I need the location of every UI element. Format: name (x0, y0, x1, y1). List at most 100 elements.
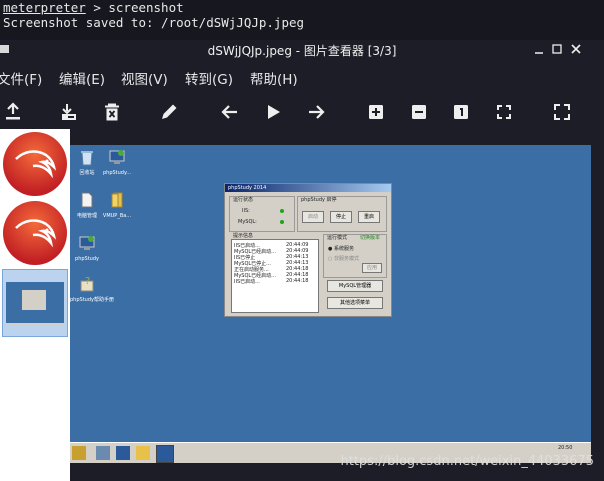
desktop-icon-computer-manager: 电脑管理 (70, 191, 104, 219)
edit-button[interactable] (158, 101, 180, 123)
forward-icon (309, 105, 325, 119)
log-message: IIS已启动... (234, 279, 260, 285)
start-button[interactable]: 启动 (302, 211, 324, 223)
minimize-button[interactable] (532, 42, 546, 56)
zoom-in-button[interactable] (365, 101, 387, 123)
thumbnail-2[interactable] (2, 200, 68, 266)
menu-view[interactable]: 视图(V) (121, 68, 168, 88)
desktop-icon-phpstudy-2: phpStudy (70, 234, 104, 262)
control-group: phpStudy 启停 启动 停止 重启 (297, 196, 387, 232)
delete-button[interactable] (101, 101, 123, 123)
delete-icon (105, 103, 119, 121)
mysql-label: MySQL: (238, 219, 257, 225)
menu-help[interactable]: 帮助(H) (250, 68, 298, 88)
log-time: 20:44:18 (286, 278, 309, 284)
menu-file[interactable]: 文件(F) (0, 68, 42, 88)
window-title: dSWjJQJp.jpeg - 图片查看器 [3/3] (207, 44, 397, 58)
mode-switch-link[interactable]: 切换版本 (360, 234, 380, 241)
taskbar-app-icon (136, 446, 150, 460)
title-bar[interactable]: dSWjJQJp.jpeg - 图片查看器 [3/3] (0, 40, 604, 60)
thumbnail-3-selected[interactable] (2, 269, 68, 337)
desktop-icon-label: phpStudy帮助手册 (70, 297, 114, 303)
mode-option-label: 非服务模式 (333, 256, 359, 262)
taskbar-app-icon (156, 445, 174, 463)
iis-label: IIS: (242, 208, 250, 214)
help-file-icon: ? (80, 276, 94, 292)
save-icon (6, 102, 20, 120)
terminal-output: meterpreter > screenshot Screenshot save… (0, 0, 604, 40)
terminal-prompt: meterpreter (3, 0, 86, 15)
displayed-screenshot: 回收站 phpStudy... 电脑管理 VMUP_Ba... phpStudy… (70, 145, 591, 463)
menu-bar: 文件(F) 编辑(E) 视图(V) 转到(G) 帮助(H) (0, 64, 604, 90)
save-button[interactable] (2, 101, 24, 123)
apply-button[interactable]: 应用 (362, 263, 382, 273)
mode-option-nonservice[interactable]: ○ 非服务模式 (328, 255, 359, 262)
desktop-icon-folder: VMUP_Ba... (100, 191, 134, 219)
run-status-group: 运行状态 IIS: MySQL: (229, 196, 295, 232)
kali-logo-icon (3, 132, 67, 196)
stop-button[interactable]: 停止 (330, 211, 352, 223)
document-icon (81, 192, 93, 208)
folder-icon (111, 192, 123, 208)
back-icon (221, 105, 237, 119)
close-icon (571, 44, 581, 54)
actual-size-button[interactable] (450, 101, 472, 123)
run-status-label: 运行状态 (233, 197, 254, 203)
fullscreen-icon (554, 104, 570, 120)
thumbnail-1[interactable] (2, 131, 68, 197)
phpstudy-dialog: phpStudy 2014 运行状态 IIS: MySQL: phpStudy … (224, 183, 392, 317)
terminal-command: > screenshot (85, 0, 184, 15)
taskbar-clock: 20:50 (558, 445, 573, 451)
other-options-button[interactable]: 其他选项菜单 (327, 297, 383, 309)
desktop-icon-phpstudy: phpStudy... (100, 148, 134, 176)
play-icon (268, 105, 280, 119)
zoom-out-button[interactable] (408, 101, 430, 123)
maximize-button[interactable] (550, 42, 564, 56)
watermark-text: https://blog.csdn.net/weixin_44033675 (340, 454, 594, 469)
menu-edit[interactable]: 编辑(E) (59, 68, 105, 88)
mode-group: 运行模式 切换版本 ● 系统服务 ○ 非服务模式 应用 (323, 234, 387, 278)
set-wallpaper-button[interactable] (58, 101, 80, 123)
minimize-icon (535, 52, 543, 54)
forward-button[interactable] (305, 101, 327, 123)
monitor-icon (109, 150, 125, 164)
mode-option-label: 系统服务 (333, 246, 354, 252)
desktop-icon-label: VMUP_Ba... (102, 213, 132, 219)
log-label: 提示信息 (233, 233, 254, 239)
mysql-manager-button[interactable]: MySQL管理器 (327, 280, 383, 292)
recycle-bin-icon (81, 151, 93, 166)
desktop-icon-label: 回收站 (79, 170, 95, 176)
maximize-icon (552, 44, 562, 54)
thumbnail-strip (0, 129, 70, 481)
desktop-icon-help: ? phpStudy帮助手册 (70, 275, 114, 303)
start-button-remote (72, 446, 86, 460)
zoom-in-icon (369, 105, 383, 119)
log-area[interactable]: IIS已启动... 20:44:09 MySQL已经启动... 20:44:09 IIS… (231, 239, 319, 313)
back-button[interactable] (219, 101, 241, 123)
desktop-icon-label: 电脑管理 (76, 213, 97, 219)
svg-text:?: ? (85, 276, 90, 287)
zoom-out-icon (412, 105, 426, 119)
mysql-status-dot (280, 220, 284, 224)
desktop-icon-recycle: 回收站 (70, 148, 104, 176)
close-button[interactable] (569, 42, 583, 56)
fit-button[interactable] (493, 101, 515, 123)
mode-label: 运行模式 (327, 235, 348, 241)
thumbnail-preview (6, 282, 64, 326)
monitor-icon (79, 236, 95, 250)
fullscreen-button[interactable] (551, 101, 573, 123)
taskbar-app-icon (96, 446, 110, 460)
control-label: phpStudy 启停 (301, 197, 337, 203)
mode-option-service[interactable]: ● 系统服务 (328, 245, 354, 252)
kali-logo-icon (3, 201, 67, 265)
image-viewer-window: dSWjJQJp.jpeg - 图片查看器 [3/3] 文件(F) 编辑(E) … (0, 40, 604, 481)
desktop-icon-label: phpStudy (75, 256, 99, 262)
restart-button[interactable]: 重启 (358, 211, 380, 223)
menu-go[interactable]: 转到(G) (185, 68, 233, 88)
terminal-result: Screenshot saved to: /root/dSWjJQJp.jpeg (3, 15, 305, 30)
play-button[interactable] (262, 101, 284, 123)
desktop-icon-label: phpStudy... (102, 170, 131, 176)
actual-size-icon (454, 105, 468, 119)
iis-status-dot (280, 209, 284, 213)
log-line: IIS已启动... 20:44:18 (234, 278, 314, 285)
